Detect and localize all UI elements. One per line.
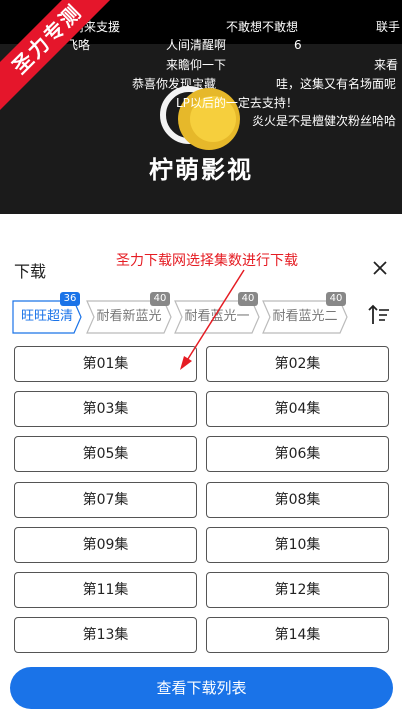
danmu-comment: 不敢想不敢想 bbox=[226, 20, 299, 34]
annotation-text: 圣力下载网选择集数进行下载 bbox=[116, 253, 298, 269]
episode-button[interactable]: 第02集 bbox=[206, 346, 389, 382]
tab-source-4[interactable]: 耐看蓝光二 40 bbox=[262, 292, 348, 334]
episode-button[interactable]: 第08集 bbox=[206, 482, 389, 518]
episode-button[interactable]: 第09集 bbox=[14, 527, 197, 563]
episode-button[interactable]: 第03集 bbox=[14, 391, 197, 427]
danmu-comment: 来看 bbox=[374, 58, 399, 72]
episode-button[interactable]: 第12集 bbox=[206, 572, 389, 608]
sort-icon bbox=[368, 304, 389, 324]
episode-button[interactable]: 第06集 bbox=[206, 436, 389, 472]
close-icon bbox=[373, 261, 387, 275]
close-button[interactable] bbox=[370, 258, 390, 278]
tab-label: 耐看新蓝光 bbox=[96, 309, 162, 324]
episode-button[interactable]: 第11集 bbox=[14, 572, 197, 608]
tab-source-1[interactable]: 旺旺超清 36 bbox=[12, 292, 82, 334]
video-player[interactable]: 你前来支援 不敢想不敢想 联手 飞咯 人间清醒啊 6 来瞻仰一下 来看 恭喜你发… bbox=[0, 0, 402, 214]
danmu-comment: 来瞻仰一下 bbox=[166, 58, 227, 72]
episode-button[interactable]: 第07集 bbox=[14, 482, 197, 518]
download-panel: 下载 圣力下载网选择集数进行下载 旺旺超清 36 耐看新蓝光 40 耐看蓝光一 bbox=[0, 244, 402, 716]
episode-button[interactable]: 第05集 bbox=[14, 436, 197, 472]
episode-count-badge: 40 bbox=[326, 292, 346, 306]
view-download-list-button[interactable]: 查看下载列表 bbox=[10, 667, 393, 709]
sort-button[interactable] bbox=[368, 302, 390, 328]
danmu-comment: 联手 bbox=[376, 20, 401, 34]
episode-button[interactable]: 第04集 bbox=[206, 391, 389, 427]
tab-source-2[interactable]: 耐看新蓝光 40 bbox=[86, 292, 172, 334]
episode-count-badge: 40 bbox=[238, 292, 258, 306]
episode-count-badge: 40 bbox=[150, 292, 170, 306]
danmu-comment: 哇，这集又有名场面呢 bbox=[276, 77, 397, 91]
danmu-comment: 炎火是不是檀健次粉丝哈哈 bbox=[252, 114, 397, 128]
danmu-comment: LP以后的一定去支持！ bbox=[176, 96, 298, 110]
source-tabs: 旺旺超清 36 耐看新蓝光 40 耐看蓝光一 40 耐看蓝光二 40 bbox=[12, 292, 362, 334]
tab-label: 耐看蓝光一 bbox=[184, 309, 250, 324]
episode-button[interactable]: 第10集 bbox=[206, 527, 389, 563]
danmu-comment: 6 bbox=[294, 38, 302, 52]
danmu-comment: 人间清醒啊 bbox=[166, 38, 227, 52]
tab-label: 旺旺超清 bbox=[20, 309, 73, 324]
panel-title: 下载 bbox=[14, 262, 47, 281]
brand-logo-icon bbox=[150, 86, 250, 150]
episode-count-badge: 36 bbox=[60, 292, 80, 306]
tab-source-3[interactable]: 耐看蓝光一 40 bbox=[174, 292, 260, 334]
tab-label: 耐看蓝光二 bbox=[272, 309, 338, 324]
episode-button[interactable]: 第01集 bbox=[14, 346, 197, 382]
episode-button[interactable]: 第13集 bbox=[14, 617, 197, 653]
episode-button[interactable]: 第14集 bbox=[206, 617, 389, 653]
brand-name: 柠萌影视 bbox=[149, 156, 253, 184]
